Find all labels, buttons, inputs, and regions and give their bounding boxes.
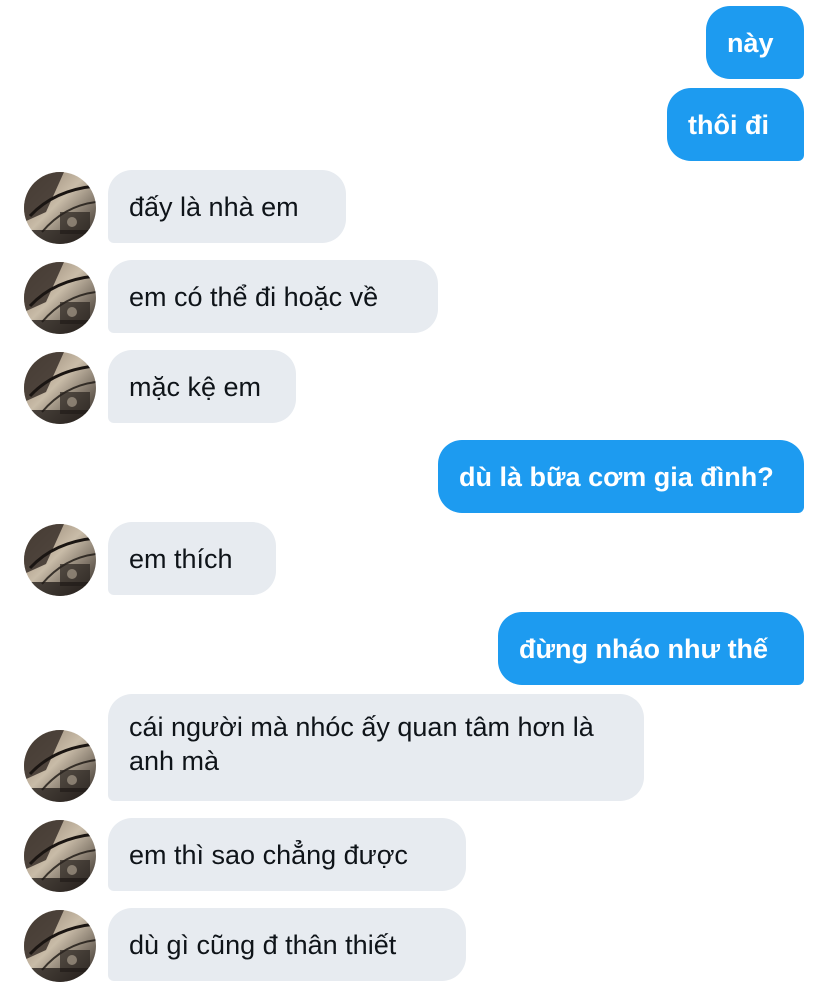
message-received[interactable]: em thì sao chẳng được (108, 818, 466, 891)
avatar-photo-icon (24, 262, 96, 334)
message-text: dù gì cũng đ thân thiết (129, 929, 397, 960)
contact-avatar[interactable] (24, 820, 96, 892)
message-text: thôi đi (688, 109, 769, 140)
avatar-photo-icon (24, 910, 96, 982)
contact-avatar[interactable] (24, 262, 96, 334)
contact-avatar[interactable] (24, 172, 96, 244)
message-sent[interactable]: thôi đi (667, 88, 804, 161)
message-text: này (727, 27, 774, 58)
avatar-photo-icon (24, 524, 96, 596)
message-sent[interactable]: này (706, 6, 804, 79)
message-text: mặc kệ em (129, 371, 262, 402)
avatar-photo-icon (24, 820, 96, 892)
avatar-photo-icon (24, 172, 96, 244)
contact-avatar[interactable] (24, 352, 96, 424)
message-sent[interactable]: đừng nháo như thế (498, 612, 804, 685)
contact-avatar[interactable] (24, 730, 96, 802)
message-text: dù là bữa cơm gia đình? (459, 461, 774, 492)
avatar-photo-icon (24, 730, 96, 802)
message-received[interactable]: cái người mà nhóc ấy quan tâm hơn là anh… (108, 694, 644, 801)
message-received[interactable]: em có thể đi hoặc về (108, 260, 438, 333)
message-text: đừng nháo như thế (519, 633, 769, 664)
message-received[interactable]: dù gì cũng đ thân thiết (108, 908, 466, 981)
avatar-photo-icon (24, 352, 96, 424)
message-text: em có thể đi hoặc về (129, 281, 379, 312)
message-text: cái người mà nhóc ấy quan tâm hơn là anh… (129, 712, 594, 776)
message-text: đấy là nhà em (129, 191, 299, 222)
message-received[interactable]: mặc kệ em (108, 350, 296, 423)
message-received[interactable]: em thích (108, 522, 276, 595)
message-received[interactable]: đấy là nhà em (108, 170, 346, 243)
message-text: em thì sao chẳng được (129, 839, 408, 870)
contact-avatar[interactable] (24, 524, 96, 596)
message-sent[interactable]: dù là bữa cơm gia đình? (438, 440, 804, 513)
message-text: em thích (129, 543, 233, 574)
contact-avatar[interactable] (24, 910, 96, 982)
